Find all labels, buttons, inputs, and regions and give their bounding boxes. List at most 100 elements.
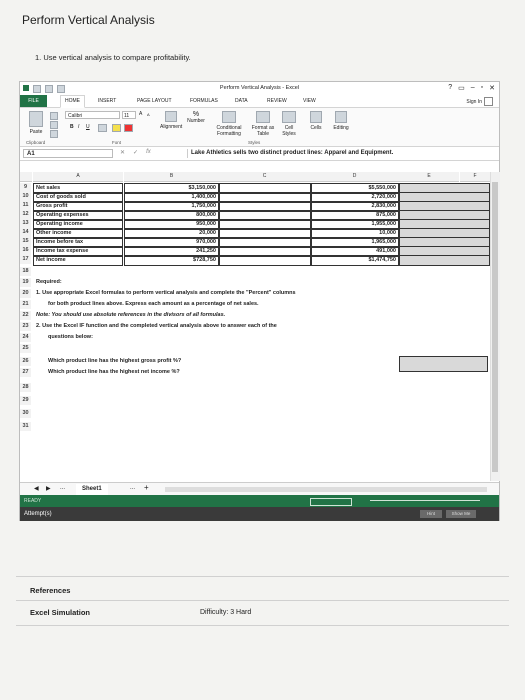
row-number[interactable]: 26 (20, 357, 31, 366)
col-header-a[interactable]: A (33, 172, 123, 182)
cancel-icon[interactable]: ✕ (120, 149, 125, 156)
table-row[interactable]: 17 Net income $728,750 $1,474,750 (20, 255, 490, 266)
fx-icon[interactable]: fx (146, 149, 151, 156)
table-row[interactable]: 12 Operating expenses 800,000 875,000 (20, 210, 490, 221)
show-me-button[interactable]: Show Me (446, 510, 476, 518)
row-number[interactable]: 21 (20, 300, 31, 309)
close-icon[interactable]: ✕ (489, 84, 495, 92)
instruction-text[interactable]: for both product lines above. Express ea… (48, 300, 259, 309)
add-sheet-icon[interactable]: + (144, 483, 149, 492)
hint-button[interactable]: Hint (420, 510, 442, 518)
sheet-row[interactable]: 31 (20, 422, 490, 431)
select-all-corner[interactable] (20, 172, 32, 182)
sheet-row[interactable]: 22 Note: You should use absolute referenc… (20, 311, 490, 320)
row-number[interactable]: 12 (20, 210, 31, 219)
table-row[interactable]: 11 Gross profit 1,750,000 2,830,000 (20, 201, 490, 212)
col-header-d[interactable]: D (310, 172, 399, 182)
row-number[interactable]: 18 (20, 267, 31, 276)
sheet-more-icon[interactable]: ... (130, 485, 135, 491)
row-number[interactable]: 19 (20, 278, 31, 287)
sheet-nav-prev-icon[interactable]: ◀ (34, 485, 39, 492)
percent-cell-c[interactable] (219, 255, 312, 266)
row-number[interactable]: 16 (20, 246, 31, 255)
italic-button[interactable]: I (78, 124, 79, 130)
row-number[interactable]: 17 (20, 255, 31, 264)
conditional-formatting-button[interactable]: Conditional Formatting (212, 111, 246, 137)
row-number[interactable]: 31 (20, 422, 31, 431)
row-number[interactable]: 22 (20, 311, 31, 320)
ribbon-display-icon[interactable]: ▭ (458, 84, 465, 92)
row-number[interactable]: 14 (20, 228, 31, 237)
minimize-icon[interactable]: – (471, 84, 475, 92)
tab-review[interactable]: REVIEW (267, 98, 287, 104)
tab-data[interactable]: DATA (235, 98, 248, 104)
tab-formulas[interactable]: FORMULAS (190, 98, 218, 104)
sheet-row[interactable]: 28 (20, 383, 490, 392)
table-row[interactable]: 16 Income tax expense 241,250 491,000 (20, 246, 490, 257)
table-row[interactable]: 9 Net sales $3,150,000 $5,550,000 (20, 183, 490, 194)
sign-in[interactable]: Sign In (466, 97, 493, 106)
cell-styles-button[interactable]: Cell Styles (278, 111, 300, 137)
font-color-icon[interactable] (124, 124, 133, 132)
restore-icon[interactable]: ▫ (481, 84, 483, 92)
font-name-box[interactable]: Calibri (65, 111, 120, 119)
row-number[interactable]: 30 (20, 409, 31, 418)
tab-page-layout[interactable]: PAGE LAYOUT (137, 98, 172, 104)
bold-button[interactable]: B (70, 124, 74, 130)
row-number[interactable]: 10 (20, 192, 31, 201)
sheet-row[interactable]: 23 2. Use the Excel IF function and the c… (20, 322, 490, 331)
sheet-row[interactable]: 30 (20, 409, 490, 418)
value-cell-b[interactable]: $728,750 (124, 255, 219, 266)
row-number[interactable]: 9 (20, 183, 31, 192)
help-icon[interactable]: ? (448, 84, 452, 92)
tab-file[interactable]: FILE (20, 95, 47, 107)
enter-icon[interactable]: ✓ (133, 149, 138, 156)
question-gross-profit[interactable]: Which product line has the highest gross… (48, 357, 181, 366)
sheet-row[interactable]: 19 Required: (20, 278, 490, 287)
row-number[interactable]: 23 (20, 322, 31, 331)
required-heading[interactable]: Required: (36, 278, 62, 287)
vertical-scrollbar[interactable] (490, 172, 500, 481)
sheet-row[interactable]: 21 for both product lines above. Express … (20, 300, 490, 309)
tab-home[interactable]: HOME (60, 95, 85, 108)
copy-icon[interactable] (50, 121, 58, 129)
row-number[interactable]: 28 (20, 383, 31, 392)
sheet-row[interactable]: 24 questions below: (20, 333, 490, 342)
zoom-slider[interactable] (370, 500, 480, 501)
label-cell[interactable]: Net income (33, 255, 123, 266)
cut-icon[interactable] (50, 112, 58, 120)
sheet-row[interactable]: 18 (20, 267, 490, 276)
alignment-button[interactable]: Alignment (160, 111, 182, 130)
note-text[interactable]: Note: You should use absolute references… (36, 311, 225, 320)
sheet-row[interactable]: 20 1. Use appropriate Excel formulas to p… (20, 289, 490, 298)
table-row[interactable]: 13 Operating income 950,000 1,955,000 (20, 219, 490, 230)
col-header-f[interactable]: F (460, 172, 490, 182)
table-row[interactable]: 10 Cost of goods sold 1,400,000 2,720,00… (20, 192, 490, 203)
instruction-text[interactable]: 1. Use appropriate Excel formulas to per… (36, 289, 296, 298)
row-number[interactable]: 13 (20, 219, 31, 228)
references-label[interactable]: References (30, 586, 70, 595)
sheet-row[interactable]: 29 (20, 396, 490, 405)
tab-view[interactable]: VIEW (303, 98, 316, 104)
grow-font-button[interactable]: A (139, 111, 142, 117)
row-number[interactable]: 27 (20, 368, 31, 377)
formula-input[interactable]: Lake Athletics sells two distinct produc… (187, 149, 489, 158)
row-number[interactable]: 15 (20, 237, 31, 246)
instruction-text[interactable]: questions below: (48, 333, 93, 342)
editing-button[interactable]: Editing (330, 111, 352, 131)
name-box[interactable]: A1 (23, 149, 113, 158)
instruction-text[interactable]: 2. Use the Excel IF function and the com… (36, 322, 277, 331)
font-size-box[interactable]: 11 (122, 111, 136, 119)
format-as-table-button[interactable]: Format as Table (250, 111, 276, 137)
view-buttons[interactable] (310, 498, 352, 506)
sheet-row[interactable]: 25 (20, 344, 490, 353)
scroll-thumb[interactable] (492, 182, 498, 472)
spreadsheet-grid[interactable]: A B C D E F 9 Net sales $3,150,000 $5,55… (20, 172, 490, 481)
fill-color-icon[interactable] (112, 124, 121, 132)
cells-button[interactable]: Cells (306, 111, 326, 131)
col-header-c[interactable]: C (219, 172, 310, 182)
table-row[interactable]: 14 Other income 20,000 10,000 (20, 228, 490, 239)
question-net-income[interactable]: Which product line has the highest net i… (48, 368, 180, 377)
format-painter-icon[interactable] (50, 130, 58, 138)
row-number[interactable]: 20 (20, 289, 31, 298)
